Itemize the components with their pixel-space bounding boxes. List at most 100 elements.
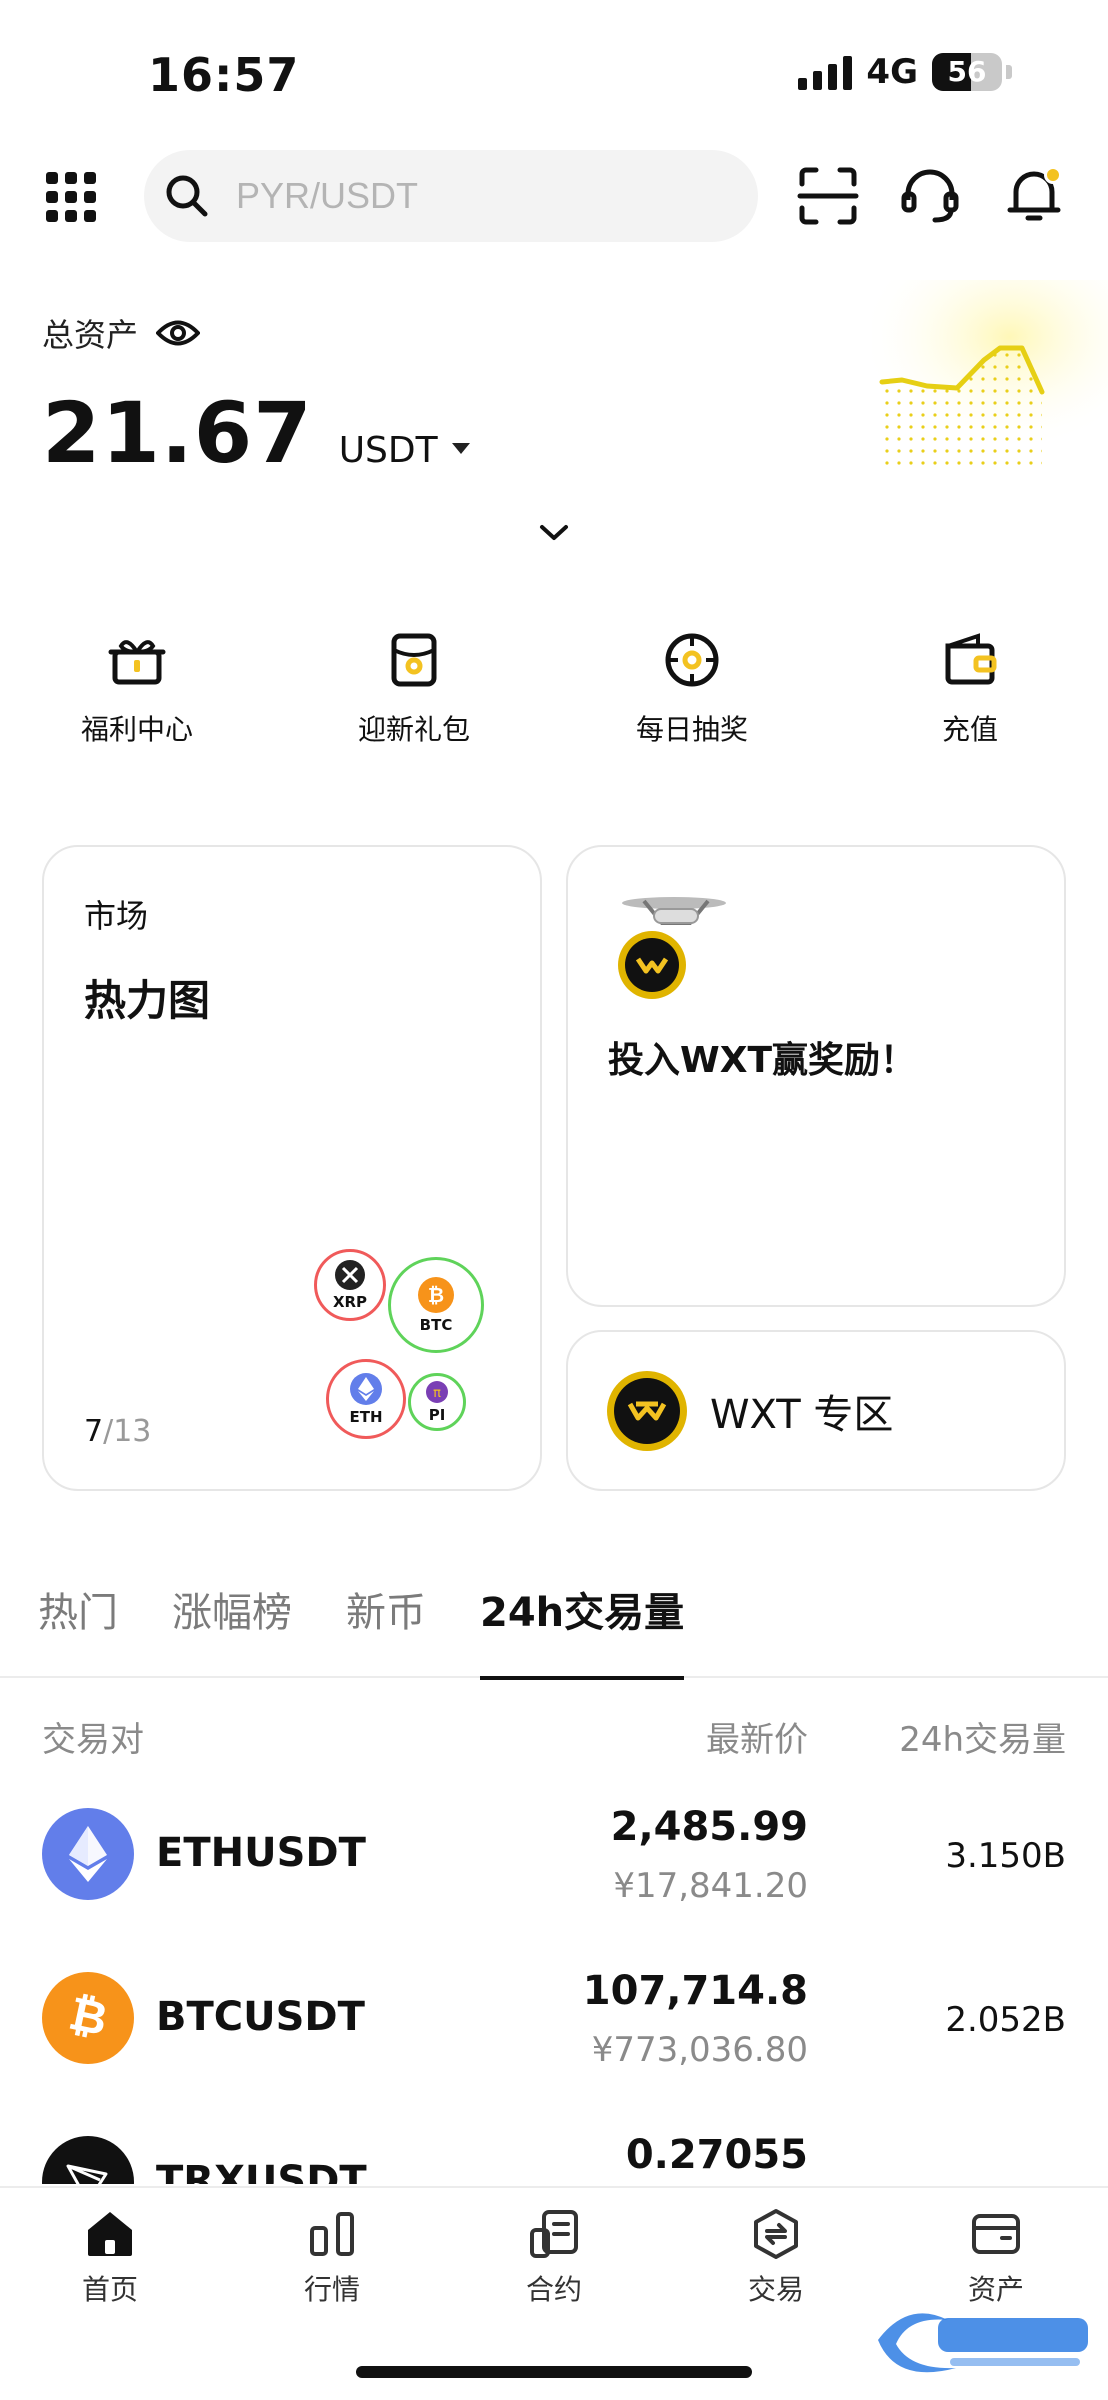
signal-icon [798,54,853,90]
pi-icon: π [426,1381,448,1403]
nav-home[interactable]: 首页 [40,2208,180,2308]
bitcoin-icon: ₿ [42,1972,134,2064]
home-icon [88,2212,132,2256]
status-time: 16:57 [148,48,300,102]
wxt-drone-coin-icon [618,897,726,999]
quick-action-label: 迎新礼包 [357,713,470,746]
total-assets-label: 总资产 [42,316,139,354]
menu-grid-icon[interactable] [46,172,96,222]
search-icon [166,175,208,217]
battery-icon: 56 [932,53,1002,91]
battery-tip [1006,65,1012,79]
last-price: 2,485.99 [610,1804,808,1850]
svg-text:₿: ₿ [64,1988,112,2046]
market-tabs: 热门 涨幅榜 新币 24h交易量 [0,1580,1108,1680]
currency-selector[interactable]: USDT [339,430,470,471]
wxt-logo-icon [607,1370,687,1451]
wallet-icon [945,633,997,685]
volume-24h: 2.052B [945,2000,1066,2040]
coin-tag: XRP [332,1293,368,1311]
table-row[interactable]: ETHUSDT 2,485.99 ¥17,841.20 3.150B [42,1790,1066,1954]
xrp-icon [335,1260,365,1290]
last-price: 107,714.8 [582,1968,808,2014]
assets-sparkline[interactable] [872,280,1108,470]
home-indicator [356,2366,752,2378]
wxt-zone-card[interactable]: WXT 专区 [566,1330,1066,1491]
quick-action-deposit[interactable]: 充值 [860,630,1080,748]
notification-dot [1044,166,1062,184]
support-headset-icon[interactable] [898,164,962,228]
eye-icon[interactable] [156,318,201,348]
carousel-pager: 7/13 [84,1414,151,1449]
card-subtitle: 市场 [84,897,149,935]
assets-wallet-icon [972,2214,1020,2254]
tron-icon [42,2136,134,2184]
table-row[interactable]: ₿ BTCUSDT 107,714.8 ¥773,036.80 2.052B [42,1954,1066,2118]
contract-icon [530,2210,578,2258]
bitcoin-small-icon: ₿ [418,1277,454,1313]
quick-action-label: 充值 [941,713,998,746]
pager-current: 7 [84,1414,104,1449]
cny-price: ¥773,036.80 [591,2030,808,2070]
nav-label: 首页 [81,2273,138,2306]
coin-tag: BTC [419,1316,453,1334]
total-assets-value: 21.67 [42,384,313,482]
nav-label: 交易 [747,2273,804,2306]
total-assets-section: 总资产 21.67 USDT [42,280,1108,482]
trade-icon [754,2209,798,2259]
nav-assets[interactable]: 资产 [926,2208,1066,2308]
caret-down-icon [451,443,470,454]
battery-level: 56 [947,55,987,88]
tab-hot[interactable]: 热门 [38,1580,118,1678]
nav-label: 行情 [303,2273,360,2306]
quick-action-label: 每日抽奖 [635,713,748,746]
tab-24h-volume[interactable]: 24h交易量 [480,1580,685,1680]
ethereum-icon [42,1808,134,1900]
pair-name: BTCUSDT [156,1994,365,2040]
quick-action-label: 福利中心 [80,713,193,746]
nav-label: 合约 [525,2273,582,2306]
search-input[interactable] [236,175,696,217]
card-title: 热力图 [84,976,211,1025]
volume-24h: 3.150B [945,1836,1066,1876]
xrp-bubble: XRP [314,1249,386,1321]
nav-contract[interactable]: 合约 [484,2208,624,2308]
gift-icon [108,640,166,685]
column-volume[interactable]: 24h交易量 [899,1712,1066,1761]
column-pair[interactable]: 交易对 [42,1712,144,1761]
scan-icon[interactable] [796,164,860,228]
pager-total: /13 [103,1414,152,1449]
tab-new-coins[interactable]: 新币 [346,1580,426,1678]
notification-bell[interactable] [1002,164,1066,228]
market-heatmap-card[interactable]: 市场 热力图 XRP ₿ BTC ETH π PI 7/13 [42,845,542,1491]
welcome-package-icon [391,633,437,687]
market-icon [310,2212,354,2256]
search-bar[interactable] [144,150,758,242]
market-list: ETHUSDT 2,485.99 ¥17,841.20 3.150B ₿ BTC… [42,1790,1066,2184]
last-price: 0.27055 [625,2132,808,2178]
svg-text:₿: ₿ [428,1283,444,1307]
quick-action-daily-lottery[interactable]: 每日抽奖 [582,630,802,748]
svg-text:π: π [433,1386,441,1401]
status-indicators: 4G 56 [798,52,1012,92]
wxt-promo-card[interactable]: 投入WXT赢奖励！ [566,845,1066,1307]
tab-gainers[interactable]: 涨幅榜 [172,1580,292,1678]
ethereum-small-icon [350,1373,382,1405]
table-row[interactable]: TRXUSDT 0.27055 [42,2118,1066,2184]
currency-label: USDT [338,430,438,471]
coin-tag: ETH [349,1408,383,1426]
column-price[interactable]: 最新价 [706,1712,808,1761]
btc-bubble: ₿ BTC [388,1257,484,1353]
cny-price: ¥17,841.20 [613,1866,808,1906]
pair-name: ETHUSDT [156,1830,366,1876]
quick-action-welcome-package[interactable]: 迎新礼包 [304,630,524,748]
nav-trade[interactable]: 交易 [706,2208,846,2308]
expand-chevron-icon[interactable] [538,522,570,544]
community-watermark-logo [878,2313,1088,2373]
pi-bubble: π PI [408,1373,466,1431]
network-type: 4G [866,52,918,92]
eth-bubble: ETH [326,1359,406,1439]
quick-action-welfare[interactable]: 福利中心 [27,630,247,748]
nav-market[interactable]: 行情 [262,2208,402,2308]
lucky-wheel-icon [665,633,719,687]
